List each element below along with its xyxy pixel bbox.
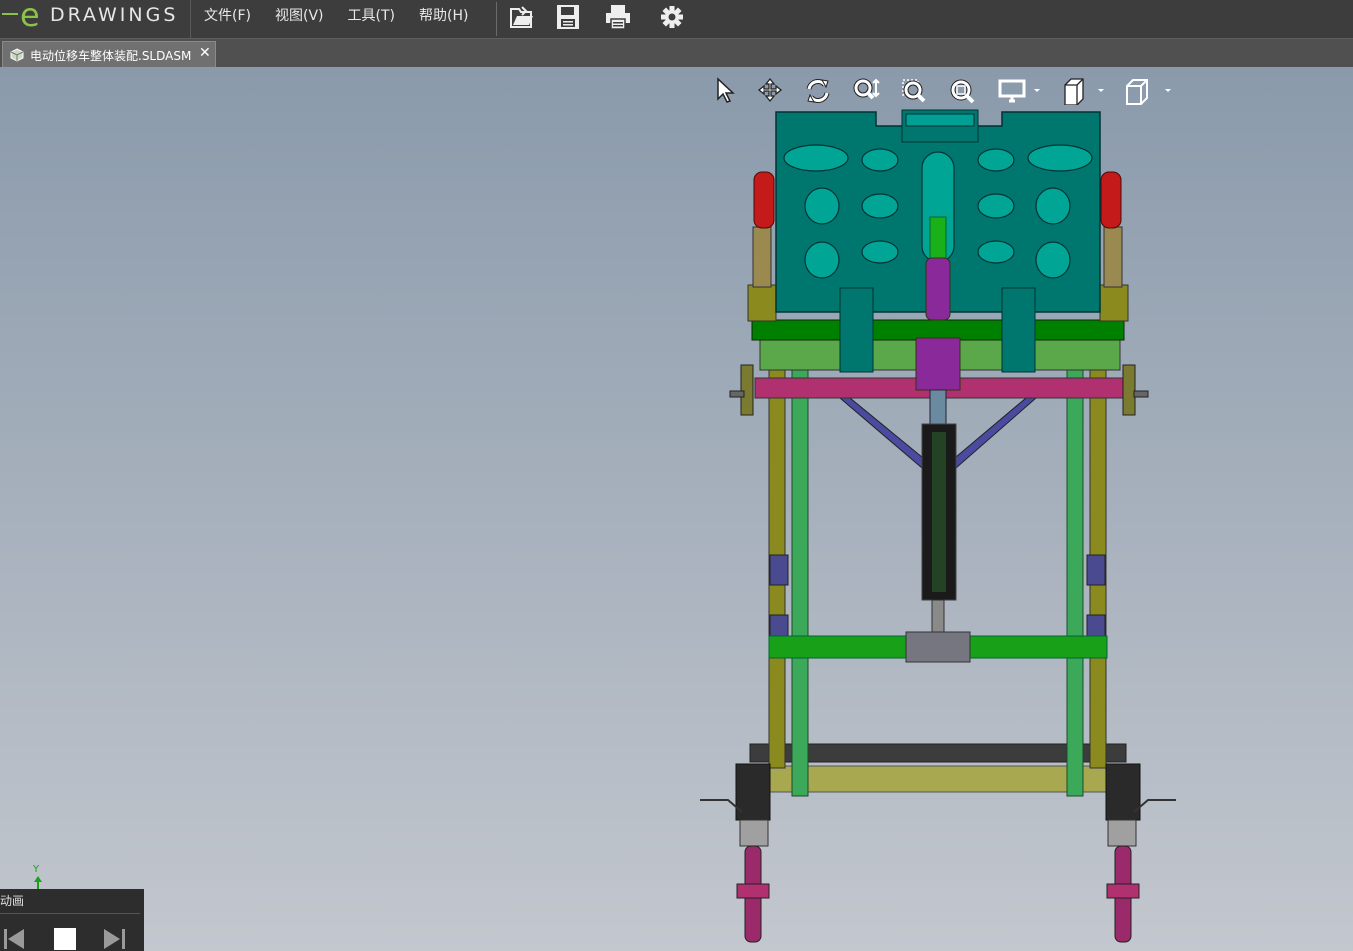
settings-button[interactable] bbox=[657, 3, 687, 31]
first-frame-icon[interactable] bbox=[2, 927, 26, 951]
caster-right bbox=[1105, 763, 1176, 943]
document-tab-bar: 电动位移车整体装配.SLDASM ✕ bbox=[0, 38, 1353, 68]
triad-y-label: Y bbox=[33, 864, 40, 875]
menu-help[interactable]: 帮助(H) bbox=[407, 0, 480, 38]
zoom-icon[interactable] bbox=[852, 77, 880, 105]
edrawings-logo: e DRAWINGS bbox=[0, 0, 191, 38]
rotate-icon[interactable] bbox=[804, 77, 832, 105]
document-tab-label: 电动位移车整体装配.SLDASM bbox=[30, 49, 192, 63]
settings-icon bbox=[661, 6, 683, 28]
3d-viewport[interactable] bbox=[0, 67, 1353, 951]
select-icon[interactable] bbox=[713, 77, 735, 103]
coordinate-triad: Y bbox=[28, 864, 48, 892]
open-icon bbox=[510, 6, 533, 28]
animation-panel-title: 动画 bbox=[0, 894, 25, 908]
animation-panel-divider bbox=[0, 913, 140, 914]
save-button[interactable] bbox=[554, 3, 584, 31]
document-tab[interactable]: 电动位移车整体装配.SLDASM ✕ bbox=[2, 41, 216, 68]
main-menu: 文件(F) 视图(V) 工具(T) 帮助(H) bbox=[192, 0, 480, 38]
stop-icon[interactable] bbox=[53, 927, 77, 951]
close-tab-button[interactable]: ✕ bbox=[199, 45, 211, 61]
logo-arrow bbox=[2, 13, 18, 15]
menu-bar: e DRAWINGS 文件(F) 视图(V) 工具(T) 帮助(H) bbox=[0, 0, 1353, 38]
pan-icon[interactable] bbox=[757, 77, 783, 103]
caster-left bbox=[700, 763, 771, 943]
display-style-icon[interactable] bbox=[997, 77, 1043, 105]
heads-up-toolbar bbox=[705, 77, 1185, 107]
menu-view[interactable]: 视图(V) bbox=[263, 0, 336, 38]
logo-text: DRAWINGS bbox=[50, 4, 179, 26]
last-frame-icon[interactable] bbox=[102, 927, 128, 951]
assembly-icon bbox=[10, 48, 24, 62]
menu-file[interactable]: 文件(F) bbox=[192, 0, 263, 38]
zoom-to-area-icon[interactable] bbox=[900, 77, 928, 105]
open-button[interactable] bbox=[507, 3, 537, 31]
view-orientation-icon[interactable] bbox=[1123, 77, 1173, 105]
print-icon bbox=[606, 5, 630, 30]
section-icon[interactable] bbox=[1061, 77, 1107, 105]
menu-separator bbox=[496, 2, 497, 36]
assembly-model[interactable] bbox=[0, 67, 1353, 951]
save-icon bbox=[557, 5, 579, 29]
animation-panel: 动画 bbox=[0, 889, 144, 951]
print-button[interactable] bbox=[603, 3, 633, 31]
logo-letter: e bbox=[20, 0, 40, 34]
menu-tools[interactable]: 工具(T) bbox=[336, 0, 407, 38]
zoom-to-fit-icon[interactable] bbox=[948, 77, 976, 105]
